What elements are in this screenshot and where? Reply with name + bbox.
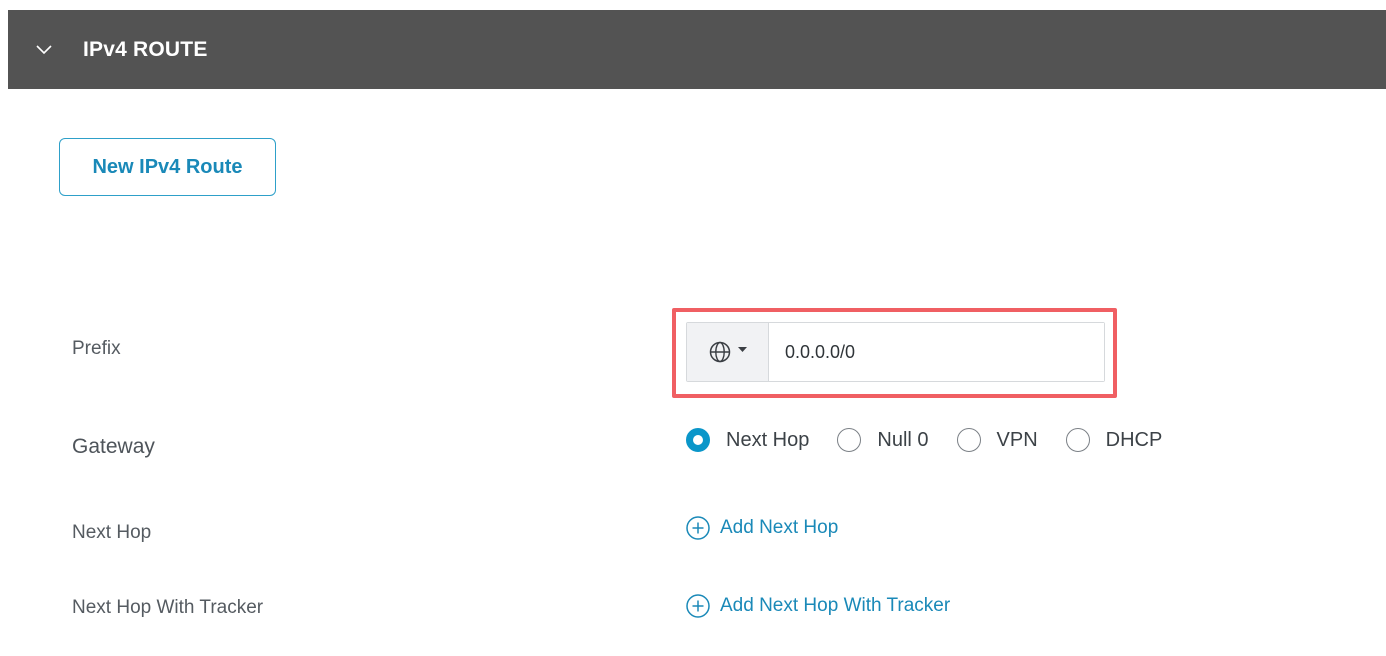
prefix-input[interactable] bbox=[769, 323, 1104, 381]
prefix-scope-dropdown[interactable] bbox=[687, 323, 769, 381]
radio-button-vpn[interactable] bbox=[956, 428, 981, 452]
section-title: IPv4 ROUTE bbox=[83, 38, 208, 61]
new-ipv4-route-button[interactable]: New IPv4 Route bbox=[59, 138, 276, 196]
prefix-label: Prefix bbox=[72, 338, 121, 359]
section-header-ipv4-route[interactable]: IPv4 ROUTE bbox=[8, 10, 1386, 89]
chevron-down-icon[interactable] bbox=[34, 40, 54, 60]
gateway-option-vpn[interactable]: VPN bbox=[956, 428, 1038, 452]
gateway-option-next-hop[interactable]: Next Hop bbox=[686, 428, 809, 452]
radio-button-null-0[interactable] bbox=[837, 428, 862, 452]
add-next-hop-link[interactable]: Add Next Hop bbox=[685, 515, 838, 541]
radio-button-next-hop[interactable] bbox=[686, 428, 710, 452]
add-next-hop-with-tracker-label: Add Next Hop With Tracker bbox=[720, 595, 951, 616]
radio-label-next-hop: Next Hop bbox=[726, 428, 810, 451]
plus-circle-icon bbox=[686, 516, 710, 540]
caret-down-icon bbox=[738, 347, 747, 352]
gateway-radio-group: Next Hop Null 0 VPN DHCP bbox=[686, 424, 1190, 456]
prefix-field-group bbox=[686, 322, 1105, 382]
next-hop-label: Next Hop bbox=[72, 522, 152, 543]
gateway-label: Gateway bbox=[72, 435, 155, 458]
add-next-hop-label: Add Next Hop bbox=[720, 517, 839, 538]
next-hop-tracker-label: Next Hop With Tracker bbox=[72, 597, 264, 618]
radio-label-dhcp: DHCP bbox=[1105, 428, 1163, 451]
radio-label-vpn: VPN bbox=[996, 428, 1038, 451]
radio-label-null-0: Null 0 bbox=[877, 428, 929, 451]
gateway-option-null-0[interactable]: Null 0 bbox=[837, 428, 929, 452]
add-next-hop-with-tracker-link[interactable]: Add Next Hop With Tracker bbox=[685, 593, 950, 619]
globe-icon bbox=[709, 341, 731, 363]
gateway-option-dhcp[interactable]: DHCP bbox=[1065, 428, 1163, 452]
radio-button-dhcp[interactable] bbox=[1065, 428, 1090, 452]
ipv4-route-page: IPv4 ROUTE New IPv4 Route Prefix Gateway… bbox=[0, 0, 1386, 656]
plus-circle-icon bbox=[686, 594, 710, 618]
